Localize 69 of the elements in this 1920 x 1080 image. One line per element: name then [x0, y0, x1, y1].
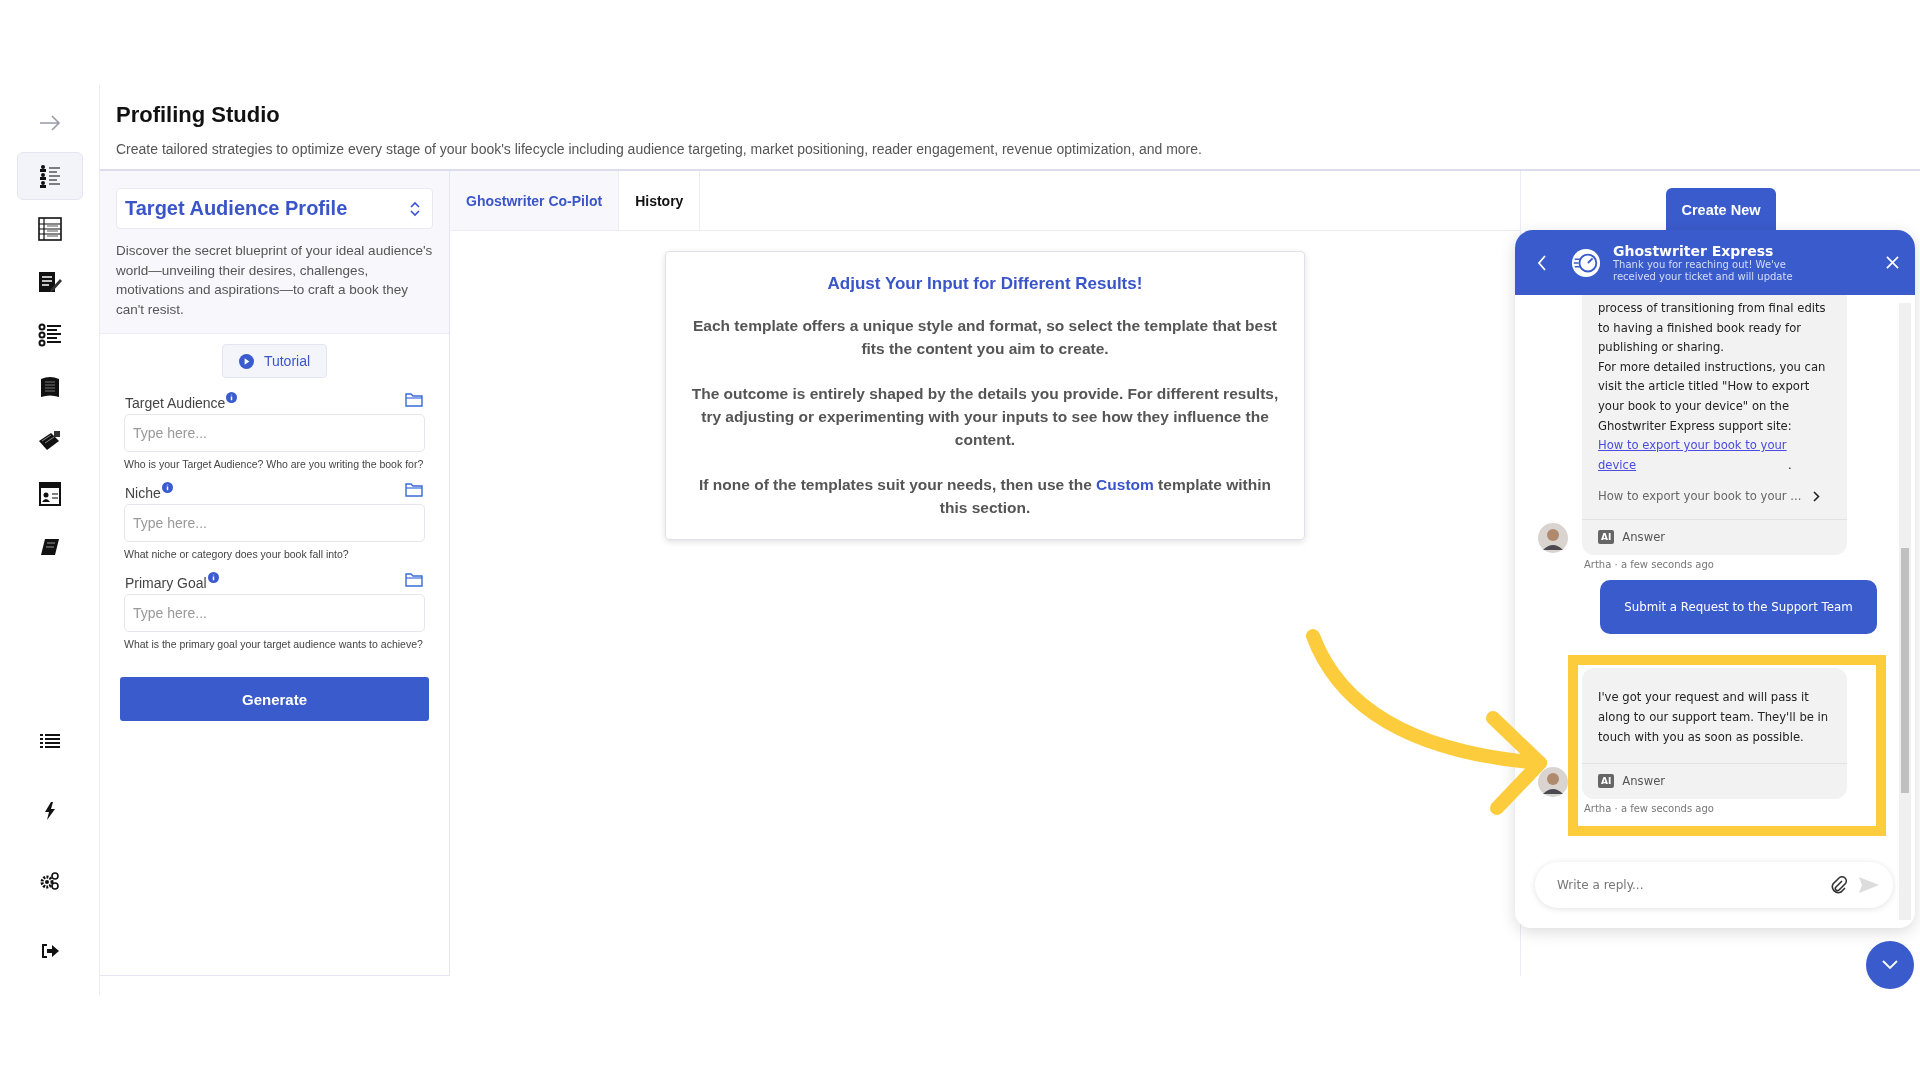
scrollbar[interactable] — [1899, 303, 1911, 920]
chevron-down-icon — [1882, 960, 1898, 970]
checklist-icon — [37, 217, 62, 241]
logout-icon — [40, 943, 59, 959]
answer-label: Answer — [1622, 530, 1666, 545]
folder-icon[interactable] — [405, 392, 423, 407]
list-icon — [39, 733, 60, 749]
card-paragraph: If none of the templates suit your needs, then use the Custom template within this section. — [698, 475, 1272, 518]
generate-button[interactable]: Generate — [120, 677, 429, 721]
chat-subtitle: Thank you for reaching out! We've received your ticket and will update — [1613, 258, 1794, 283]
info-icon — [161, 482, 173, 493]
ai-badge: AI — [1598, 530, 1615, 545]
card-title: Adjust Your Input for Different Results! — [826, 274, 1144, 294]
message-text: process of transitioning from final edits to having a finished book ready for publishing or sharing. — [1598, 300, 1827, 357]
people-list-icon — [38, 164, 61, 188]
speedometer-logo-icon — [1571, 247, 1601, 278]
folder-icon[interactable] — [405, 572, 423, 587]
books-icon — [37, 429, 62, 453]
tutorial-button[interactable]: Tutorial — [221, 344, 328, 378]
arrow-right-icon — [38, 115, 61, 131]
user-message[interactable]: Submit a Request to the Support Team — [1600, 580, 1877, 635]
card-paragraph: Each template offers a unique style and format, so select the template that best fits the content you aim to create. — [692, 316, 1278, 359]
tab[interactable]: Ghostwriter Co-Pilot — [450, 171, 620, 230]
scroll-down-button[interactable] — [1866, 941, 1914, 989]
field-hint: What niche or category does your book fall into? — [124, 547, 350, 562]
notebook-icon — [39, 538, 60, 556]
text-input[interactable]: Type here... — [124, 504, 425, 542]
message-text: For more detailed instructions, you can visit the article titled "How to export your book to your device" on the Ghostwriter Express support site: How to export your book to your device . — [1598, 357, 1829, 476]
info-icon — [207, 572, 219, 583]
chevron-up-down-icon — [410, 200, 420, 217]
numbered-list-icon — [37, 323, 62, 347]
reply-input[interactable]: Write a reply... — [1555, 877, 1819, 893]
text-input[interactable]: Type here... — [124, 414, 425, 452]
chevron-right-icon — [1813, 490, 1821, 502]
page-subtitle: Create tailored strategies to optimize every stage of your book's lifecycle including audience targeting, market positioning, reader engagement, revenue optimization, and more. — [116, 141, 1203, 157]
gears-icon — [39, 872, 60, 890]
template-selector[interactable]: Target Audience Profile — [116, 188, 433, 229]
book-icon — [38, 376, 61, 400]
sidebar-item[interactable] — [16, 152, 83, 200]
avatar-icon — [1538, 523, 1568, 554]
lightning-icon — [43, 802, 56, 820]
page-title: Profiling Studio — [116, 102, 281, 128]
chevron-left-icon — [1537, 254, 1547, 271]
chat-title: Ghostwriter Express — [1613, 242, 1775, 259]
custom-link[interactable]: Custom — [1096, 476, 1154, 493]
message-text: I've got your request and will pass it along to our support team. They'll be in touch with you as soon as possible. — [1598, 689, 1829, 746]
card-paragraph: The outcome is entirely shaped by the details you provide. For different results, try adjusting or experimenting with your inputs to see how they influence the content. — [690, 384, 1280, 450]
template-description: Discover the secret blueprint of your ideal audience's world—unveiling their desires, challenges, motivations and aspirations—to craft a book they can't resist. — [116, 242, 433, 319]
folder-icon[interactable] — [405, 482, 423, 497]
profile-card-icon — [38, 482, 61, 506]
article-link-row[interactable]: How to export your book to your ... — [1598, 489, 1821, 504]
field-label: Niche — [125, 485, 161, 501]
document-pen-icon — [37, 270, 62, 294]
text-input[interactable]: Type here... — [124, 594, 425, 632]
play-icon — [238, 353, 254, 369]
ai-badge: AI — [1598, 774, 1615, 789]
field-label: Primary Goal — [125, 575, 207, 591]
answer-label: Answer — [1622, 774, 1666, 789]
message-meta: Artha · a few seconds ago — [1584, 559, 1715, 571]
info-icon — [226, 392, 238, 403]
field-hint: What is the primary goal your target audience wants to achieve? — [124, 637, 424, 652]
article-link[interactable]: How to export your book to your device — [1598, 436, 1788, 476]
close-icon — [1886, 256, 1899, 269]
message-meta: Artha · a few seconds ago — [1584, 803, 1715, 815]
field-label: Target Audience — [125, 395, 226, 411]
create-new-button[interactable]: Create New — [1666, 188, 1776, 232]
paperclip-icon[interactable] — [1831, 876, 1847, 894]
field-hint: Who is your Target Audience? Who are you writing the book for? — [124, 457, 425, 472]
avatar-icon — [1538, 767, 1568, 798]
